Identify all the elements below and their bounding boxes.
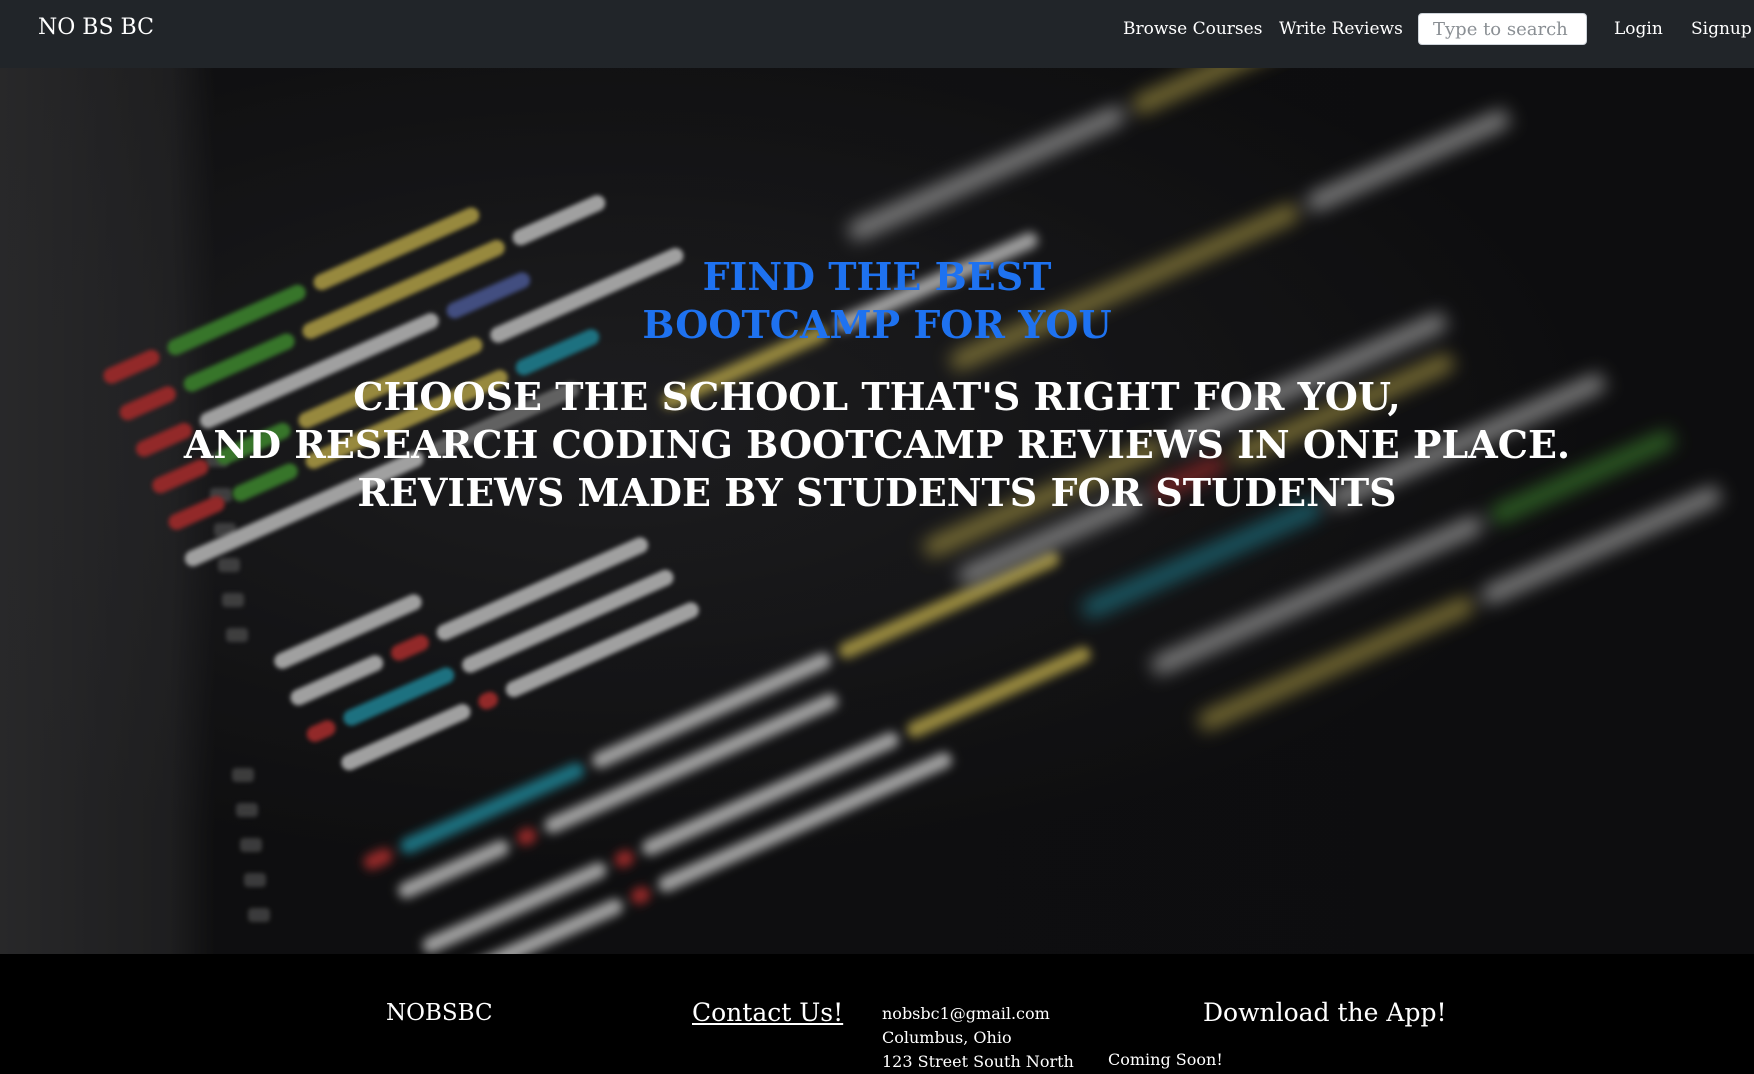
contact-city: Columbus, Ohio — [882, 1028, 1012, 1047]
contact-street: 123 Street South North — [882, 1052, 1074, 1071]
hero-heading: FIND THE BEST BOOTCAMP FOR YOU — [0, 253, 1754, 349]
footer: NOBSBC Contact Us! nobsbc1@gmail.com Col… — [0, 954, 1754, 1073]
navbar: NO BS BC Browse Courses Write Reviews Lo… — [0, 0, 1754, 68]
app-coming-soon: Coming Soon! — [1108, 1050, 1223, 1069]
write-reviews-link[interactable]: Write Reviews — [1279, 19, 1403, 39]
hero-subheading-line-2: AND RESEARCH CODING BOOTCAMP REVIEWS IN … — [183, 422, 1571, 467]
hero-heading-line-1: FIND THE BEST — [702, 254, 1052, 299]
brand-logo-link[interactable]: NO BS BC — [38, 15, 154, 40]
login-link[interactable]: Login — [1614, 19, 1663, 39]
contact-us-link[interactable]: Contact Us! — [692, 998, 843, 1027]
hero-heading-line-2: BOOTCAMP FOR YOU — [642, 302, 1112, 347]
contact-info: nobsbc1@gmail.com Columbus, Ohio 123 Str… — [882, 1002, 1074, 1074]
footer-brand: NOBSBC — [386, 1000, 493, 1026]
browse-courses-link[interactable]: Browse Courses — [1123, 19, 1262, 39]
download-app-title: Download the App! — [1203, 998, 1447, 1027]
search-input[interactable] — [1418, 13, 1587, 45]
hero-section: FIND THE BEST BOOTCAMP FOR YOU CHOOSE TH… — [0, 68, 1754, 954]
signup-link[interactable]: Signup — [1691, 19, 1752, 39]
hero-subheading-line-3: REVIEWS MADE BY STUDENTS FOR STUDENTS — [357, 470, 1397, 515]
contact-email: nobsbc1@gmail.com — [882, 1004, 1050, 1023]
hero-subheading-line-1: CHOOSE THE SCHOOL THAT'S RIGHT FOR YOU, — [353, 374, 1401, 419]
hero-subheading: CHOOSE THE SCHOOL THAT'S RIGHT FOR YOU, … — [0, 373, 1754, 517]
